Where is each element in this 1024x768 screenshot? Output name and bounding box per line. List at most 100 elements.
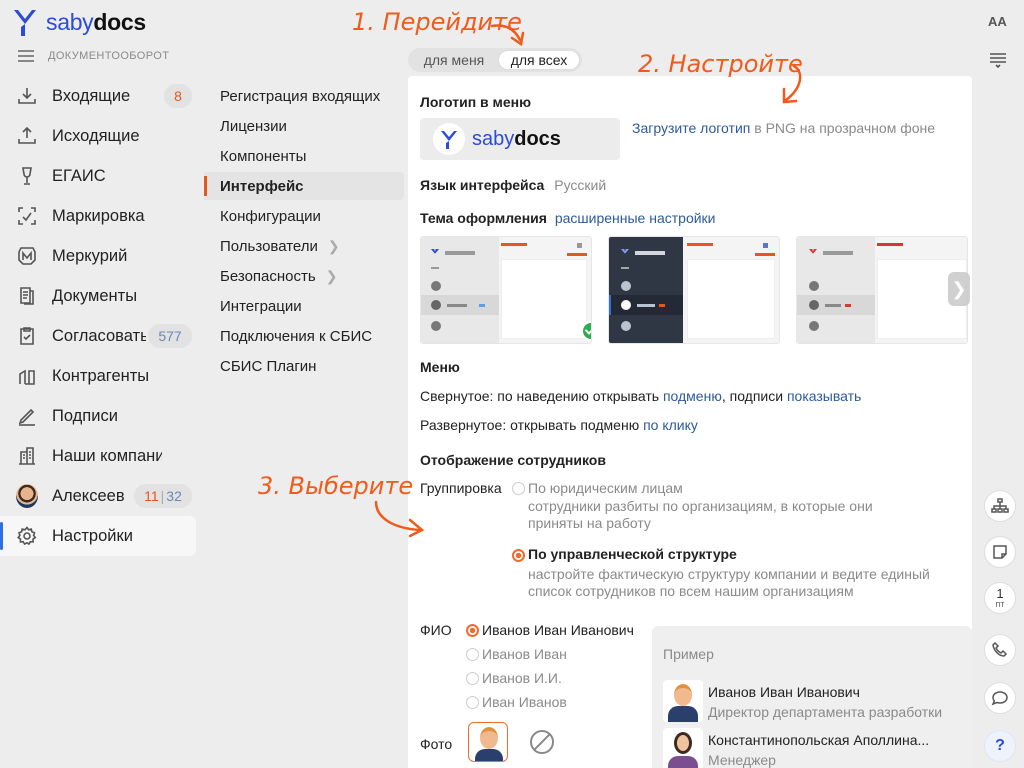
submenu-item-users[interactable]: Пользователи ❯ — [204, 232, 404, 260]
approval-icon — [16, 325, 38, 347]
inbox-count-badge: 8 — [164, 84, 192, 108]
fio-option-first-last[interactable]: Иван Иванов — [482, 694, 567, 710]
no-photo-icon[interactable] — [530, 730, 554, 754]
font-size-toggle[interactable]: AA — [988, 14, 1007, 29]
grouping-radio-management[interactable] — [512, 549, 525, 562]
mercury-icon — [16, 245, 38, 267]
signature-icon — [16, 405, 38, 427]
theme-scroll-right-button[interactable]: ❯ — [948, 272, 970, 306]
settings-submenu: Регистрация входящих Лицензии Компоненты… — [200, 76, 408, 406]
sidebar-item-egais[interactable]: ЕГАИС — [0, 156, 196, 196]
fio-radio-short[interactable] — [466, 648, 479, 661]
tab-for-all[interactable]: для всех — [498, 50, 580, 70]
sidebar-item-companies[interactable]: Наши компании — [0, 436, 196, 476]
theme-advanced-link[interactable]: расширенные настройки — [555, 210, 716, 226]
sidebar-item-label: Исходящие — [52, 126, 140, 145]
collapsed-labels-link[interactable]: показывать — [787, 388, 861, 404]
fio-option-short[interactable]: Иванов Иван — [482, 646, 567, 662]
submenu-item-incoming-registration[interactable]: Регистрация входящих — [204, 82, 404, 110]
staff-display-heading: Отображение сотрудников — [420, 452, 606, 468]
annotation-arrow-icon — [490, 24, 525, 47]
tab-for-me[interactable]: для меня — [412, 50, 496, 70]
submenu-item-configurations[interactable]: Конфигурации — [204, 202, 404, 230]
help-button[interactable]: ? — [984, 730, 1016, 762]
sidebar-item-signatures[interactable]: Подписи — [0, 396, 196, 436]
grouping-opt1-desc: сотрудники разбиты по организациям, в ко… — [528, 498, 873, 514]
language-row: Язык интерфейса Русский — [420, 177, 606, 193]
app-logo[interactable]: sabydocs — [12, 6, 146, 38]
calendar-weekday: пт — [995, 599, 1005, 609]
saby-logo-icon — [14, 10, 36, 36]
org-structure-icon — [991, 498, 1009, 513]
grouping-opt2-title[interactable]: По управленческой структуре — [528, 546, 737, 562]
fio-radio-full[interactable] — [466, 624, 479, 637]
upload-logo-hint: в PNG на прозрачном фоне — [754, 120, 936, 136]
annotation-arrow-icon — [782, 64, 802, 104]
sidebar-item-mercury[interactable]: Меркурий — [0, 236, 196, 276]
language-label: Язык интерфейса — [420, 177, 545, 193]
sidebar-item-label: ЕГАИС — [52, 166, 106, 185]
expanded-menu-row: Развернутое: открывать подменю по клику — [420, 417, 698, 433]
annotation-step-3: 3. Выберите — [258, 472, 414, 500]
submenu-item-licenses[interactable]: Лицензии — [204, 112, 404, 140]
calendar-button[interactable]: 1 пт — [984, 582, 1016, 614]
phone-button[interactable] — [984, 634, 1016, 666]
outbox-icon — [16, 125, 38, 147]
theme-option-light[interactable] — [420, 236, 592, 344]
sidebar-item-settings[interactable]: Настройки — [0, 516, 196, 556]
chevron-right-icon: ❯ — [951, 278, 967, 299]
sidebar-item-approve[interactable]: Согласовать 577 — [0, 316, 196, 356]
submenu-item-sbis-connections[interactable]: Подключения к СБИС — [204, 322, 404, 350]
language-select[interactable]: Русский — [554, 177, 606, 193]
grouping-radio-legal[interactable] — [512, 482, 525, 495]
expanded-submenu-link[interactable]: по клику — [643, 417, 698, 433]
section-subtitle: ДОКУМЕНТООБОРОТ — [48, 50, 170, 62]
submenu-item-integrations[interactable]: Интеграции — [204, 292, 404, 320]
right-toolbar: AA 1 пт ? — [976, 0, 1024, 768]
submenu-item-security[interactable]: Безопасность ❯ — [204, 262, 404, 290]
saby-logo-icon — [433, 123, 465, 155]
fio-option-initials[interactable]: Иванов И.И. — [482, 670, 562, 686]
fio-radio-initials[interactable] — [466, 672, 479, 685]
collapsed-menu-row: Свернутое: по наведению открывать подмен… — [420, 388, 862, 404]
submenu-item-sbis-plugin[interactable]: СБИС Плагин — [204, 352, 404, 380]
notes-button[interactable] — [984, 536, 1016, 568]
upload-logo-link[interactable]: Загрузите логотип — [632, 120, 750, 136]
chat-button[interactable] — [984, 682, 1016, 714]
sidebar-item-user[interactable]: Алексеев 11 | 32 — [0, 476, 196, 516]
interface-settings-panel: Логотип в меню sabydocs Загрузите логоти… — [408, 76, 972, 768]
logo-preview: sabydocs — [420, 118, 620, 160]
grouping-opt1-title[interactable]: По юридическим лицам — [528, 480, 683, 496]
contractors-icon — [16, 365, 38, 387]
photo-option-show[interactable] — [468, 722, 508, 762]
annotation-arrow-icon — [374, 500, 425, 538]
theme-row: Тема оформления расширенные настройки — [420, 210, 716, 226]
sidebar-item-inbox[interactable]: Входящие 8 — [0, 76, 196, 116]
example-person-role: Директор департамента разработки — [708, 704, 943, 720]
collapsed-submenu-link[interactable]: подменю — [663, 388, 722, 404]
approve-count-badge: 577 — [148, 324, 192, 348]
theme-option-light-red[interactable] — [796, 236, 968, 344]
sidebar-item-label: Маркировка — [52, 206, 145, 225]
theme-option-dark[interactable] — [608, 236, 780, 344]
submenu-item-interface[interactable]: Интерфейс — [204, 172, 404, 200]
sidebar-item-outbox[interactable]: Исходящие — [0, 116, 196, 156]
fio-radio-first-last[interactable] — [466, 696, 479, 709]
example-title: Пример — [663, 646, 714, 662]
theme-label: Тема оформления — [420, 210, 547, 226]
fio-option-full[interactable]: Иванов Иван Иванович — [482, 622, 634, 638]
gear-icon — [16, 525, 38, 547]
org-structure-button[interactable] — [984, 490, 1016, 522]
note-icon — [993, 545, 1007, 559]
submenu-item-components[interactable]: Компоненты — [204, 142, 404, 170]
avatar — [16, 484, 38, 508]
sidebar-item-contractors[interactable]: Контрагенты — [0, 356, 196, 396]
list-settings-icon[interactable] — [988, 52, 1008, 72]
hamburger-icon[interactable] — [18, 50, 34, 62]
sidebar-item-marking[interactable]: Маркировка — [0, 196, 196, 236]
example-card: Пример Иванов Иван Иванович Директор деп… — [652, 626, 972, 768]
logo-heading: Логотип в меню — [420, 94, 532, 110]
sidebar-item-documents[interactable]: Документы — [0, 276, 196, 316]
marking-icon — [16, 205, 38, 227]
photo-label: Фото — [420, 736, 453, 752]
